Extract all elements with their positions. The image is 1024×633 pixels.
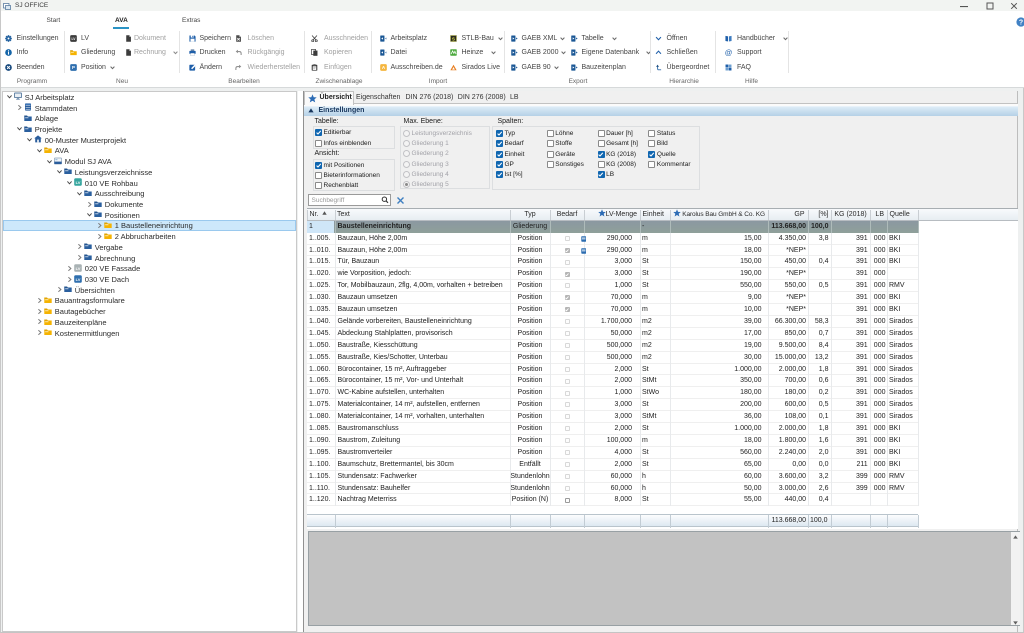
svg-text:LV: LV (75, 266, 80, 271)
svg-text:S: S (452, 36, 455, 41)
svg-text:P: P (72, 65, 75, 70)
svg-text:?: ? (1019, 20, 1023, 27)
svg-text:LV: LV (75, 180, 80, 185)
svg-text:@: @ (725, 49, 732, 56)
svg-text:LV: LV (75, 277, 80, 282)
